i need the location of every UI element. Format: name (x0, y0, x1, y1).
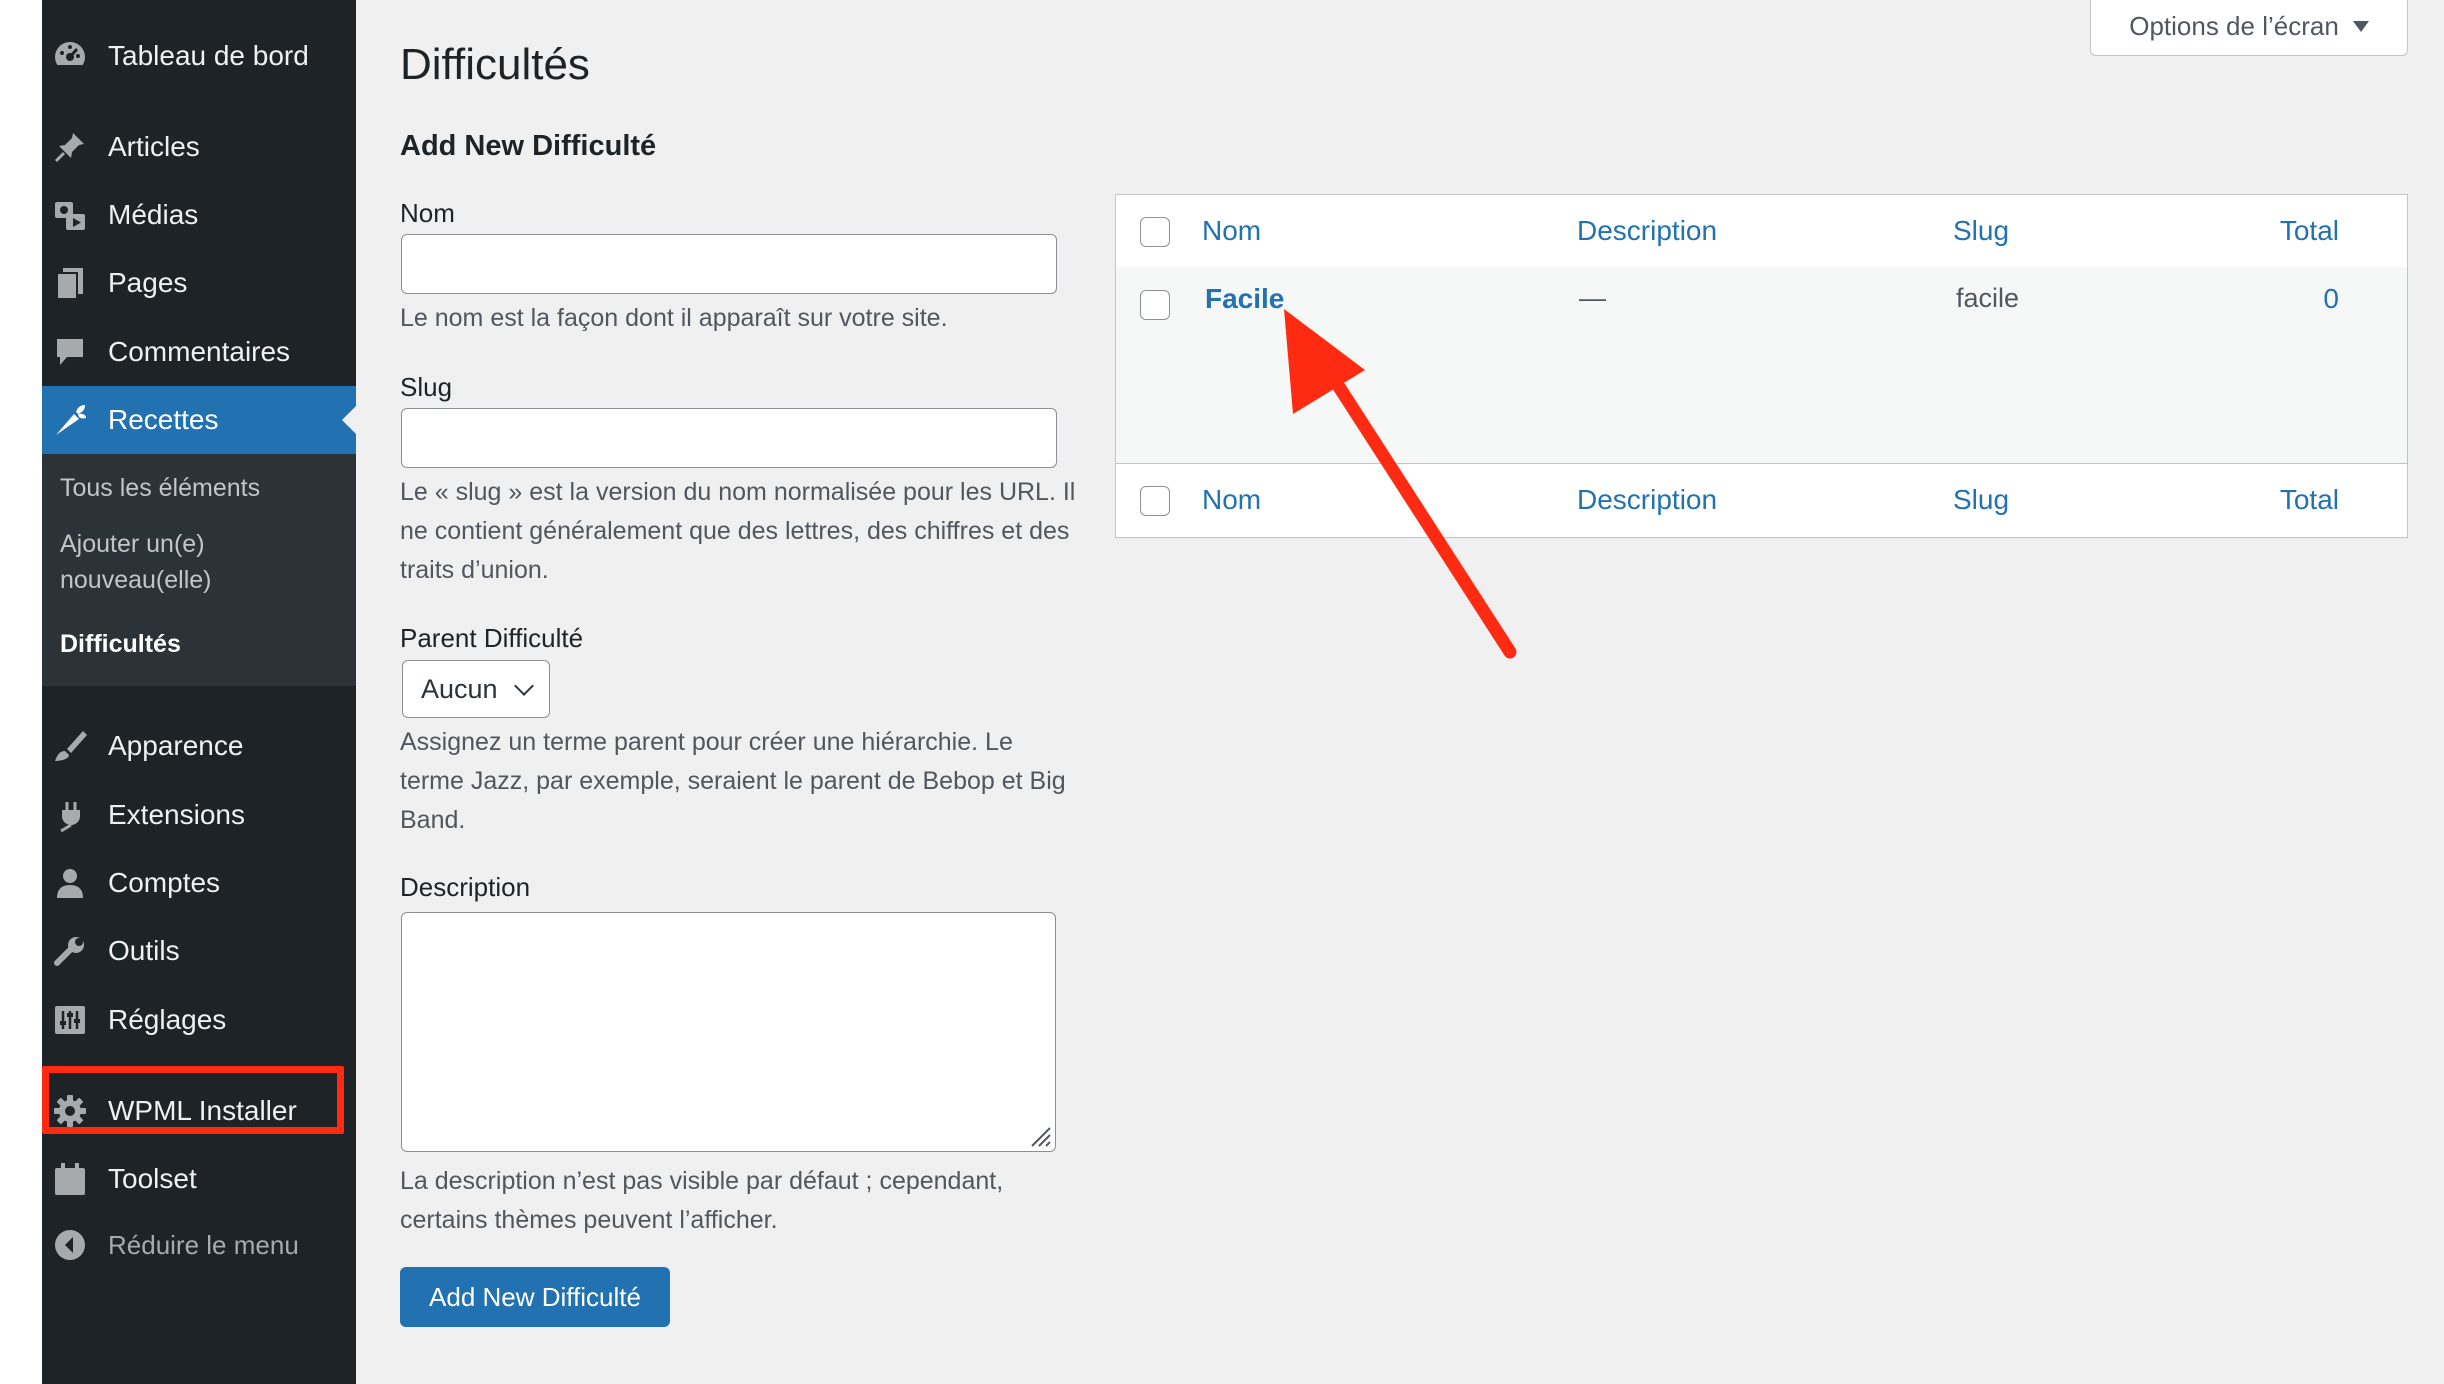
sidebar-item-outils[interactable]: Outils (42, 917, 356, 985)
column-slug-footer[interactable]: Slug (1953, 484, 2009, 516)
admin-sidebar: Tableau de bord Articles Médias Pages Co… (42, 0, 356, 1384)
row-checkbox[interactable] (1140, 290, 1170, 320)
form-title: Add New Difficulté (400, 130, 657, 162)
wrench-icon (52, 933, 88, 969)
plugin-icon (52, 797, 88, 833)
sidebar-item-label: Apparence (108, 730, 244, 761)
settings-sliders-icon (52, 1002, 88, 1038)
sidebar-item-label: Commentaires (108, 336, 291, 367)
parent-help: Assignez un terme parent pour créer une … (400, 728, 1066, 834)
term-description: — (1579, 283, 1606, 313)
description-textarea[interactable] (401, 912, 1056, 1152)
parent-select-value: Aucun (421, 673, 498, 704)
pin-icon (52, 129, 88, 165)
sidebar-item-label: Extensions (108, 799, 245, 830)
sidebar-item-reglages[interactable]: Réglages (42, 986, 356, 1054)
slug-label: Slug (400, 372, 453, 402)
submenu-item-all[interactable]: Tous les éléments (60, 470, 260, 506)
sidebar-item-label: Réglages (108, 1004, 227, 1035)
sidebar-item-articles[interactable]: Articles (42, 113, 356, 181)
select-all-checkbox[interactable] (1140, 217, 1170, 247)
column-slug[interactable]: Slug (1953, 215, 2009, 247)
terms-table: Nom Description Slug Total Facile — faci… (1115, 194, 2408, 538)
name-input[interactable] (401, 234, 1057, 294)
collapse-label: Réduire le menu (108, 1229, 299, 1260)
submenu-item-add-line-1: Ajouter un(e) (60, 530, 205, 558)
column-description[interactable]: Description (1577, 215, 1717, 247)
sidebar-item-extensions[interactable]: Extensions (42, 781, 356, 849)
calendar-icon (52, 1161, 88, 1197)
submenu-item-add-line-2: nouveau(elle) (60, 566, 212, 594)
sidebar-item-comptes[interactable]: Comptes (42, 849, 356, 917)
parent-label: Parent Difficulté (400, 623, 584, 653)
slug-help: Le « slug » est la version du nom normal… (400, 478, 1076, 584)
sidebar-item-recettes[interactable]: Recettes (42, 386, 356, 454)
table-footer: Nom Description Slug Total (1116, 463, 2407, 536)
screen-options-button[interactable]: Options de l’écran (2090, 0, 2408, 56)
triangle-down-icon (2352, 21, 2369, 32)
sidebar-collapse-button[interactable]: Réduire le menu (42, 1211, 356, 1279)
sidebar-item-pages[interactable]: Pages (42, 249, 356, 317)
comments-icon (52, 334, 88, 370)
sidebar-item-label: WPML Installer (108, 1095, 297, 1126)
collapse-arrow-icon (52, 1227, 88, 1263)
term-count-link[interactable]: 0 (2323, 283, 2339, 315)
sidebar-item-toolset[interactable]: Toolset (42, 1145, 356, 1213)
sidebar-item-dashboard[interactable]: Tableau de bord (42, 22, 356, 90)
users-icon (52, 865, 88, 901)
description-help: La description n’est pas visible par déf… (400, 1167, 1004, 1234)
submenu-item-add-new[interactable]: Ajouter un(e) nouveau(elle) (60, 526, 212, 598)
select-all-checkbox-footer[interactable] (1140, 486, 1170, 516)
page-title: Difficultés (400, 40, 590, 89)
sidebar-item-medias[interactable]: Médias (42, 181, 356, 249)
sidebar-item-label: Outils (108, 935, 180, 966)
recettes-submenu: Tous les éléments Ajouter un(e) nouveau(… (42, 454, 356, 1134)
gear-icon (52, 1093, 88, 1129)
sidebar-item-label: Tableau de bord (108, 40, 309, 71)
column-name[interactable]: Nom (1202, 215, 1261, 247)
column-total[interactable]: Total (2280, 215, 2339, 247)
column-name-footer[interactable]: Nom (1202, 484, 1261, 516)
table-header: Nom Description Slug Total (1116, 195, 2407, 268)
add-new-term-button[interactable]: Add New Difficulté (400, 1267, 670, 1327)
sidebar-item-label: Comptes (108, 867, 221, 898)
term-slug: facile (1956, 283, 2020, 313)
pages-icon (52, 265, 88, 301)
sidebar-item-label: Toolset (108, 1163, 197, 1194)
description-label: Description (400, 872, 531, 902)
parent-select[interactable]: Aucun (402, 660, 550, 718)
table-row: Facile — facile 0 (1116, 267, 2407, 463)
paintbrush-icon (52, 728, 88, 764)
name-help: Le nom est la façon dont il apparaît sur… (400, 304, 948, 332)
sidebar-item-label: Articles (108, 131, 200, 162)
screen-options-label: Options de l’écran (2129, 11, 2339, 41)
column-total-footer[interactable]: Total (2280, 484, 2339, 516)
name-label: Nom (400, 198, 455, 228)
submenu-item-difficultes[interactable]: Difficultés (60, 626, 181, 662)
window-edge (0, 0, 42, 1384)
sidebar-item-wpml-installer[interactable]: WPML Installer (42, 1077, 356, 1145)
sidebar-item-label: Recettes (108, 404, 219, 435)
term-name-link[interactable]: Facile (1205, 283, 1284, 315)
sidebar-item-apparence[interactable]: Apparence (42, 712, 356, 780)
sidebar-item-label: Pages (108, 267, 188, 298)
sidebar-item-commentaires[interactable]: Commentaires (42, 318, 356, 386)
dashboard-icon (52, 38, 88, 74)
carrot-icon (52, 402, 88, 438)
chevron-down-icon (514, 676, 534, 696)
slug-input[interactable] (401, 408, 1057, 468)
sidebar-item-label: Médias (108, 199, 199, 230)
resize-grip-icon[interactable] (1026, 1122, 1052, 1148)
media-icon (52, 197, 88, 233)
column-description-footer[interactable]: Description (1577, 484, 1717, 516)
